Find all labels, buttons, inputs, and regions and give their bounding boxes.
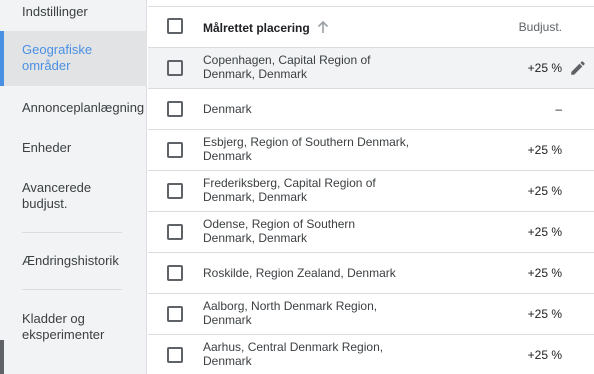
bid-cell: +25 %	[527, 184, 562, 198]
location-cell: Aalborg, North Denmark Region, Denmark	[203, 299, 378, 327]
sidebar-item-annonceplanlaegning[interactable]: Annonceplanlægning	[0, 100, 147, 116]
sidebar-item-avancerede-budjust[interactable]: Avancerede budjust.	[0, 180, 147, 212]
bid-cell: –	[555, 102, 562, 116]
table-row[interactable]: Denmark –	[148, 89, 594, 130]
bid-cell: +25 %	[527, 266, 562, 280]
bid-cell: +25 %	[527, 307, 562, 321]
sidebar-divider	[22, 289, 122, 290]
sidebar-item-enheder[interactable]: Enheder	[0, 140, 147, 156]
column-header-bid[interactable]: Budjust.	[519, 20, 562, 34]
location-cell: Odense, Region of Southern Denmark, Denm…	[203, 217, 356, 245]
sidebar-item-label: Enheder	[22, 140, 72, 155]
select-all-checkbox[interactable]	[167, 18, 183, 34]
sidebar-item-aendringshistorik[interactable]: Ændringshistorik	[0, 253, 147, 269]
table-row[interactable]: Frederiksberg, Capital Region of Denmark…	[148, 171, 594, 212]
sidebar-item-label: Annonceplanlægning	[22, 100, 145, 115]
location-cell: Frederiksberg, Capital Region of Denmark…	[203, 176, 376, 204]
location-cell: Denmark	[203, 102, 252, 116]
sidebar-item-label: Geografiske områder	[22, 42, 93, 73]
sidebar-item-label: Indstillinger	[22, 4, 88, 19]
arrow-up-icon[interactable]	[316, 19, 330, 35]
row-checkbox[interactable]	[167, 142, 183, 158]
sidebar-item-label: Avancerede budjust.	[22, 180, 92, 211]
row-checkbox[interactable]	[167, 101, 183, 117]
row-checkbox[interactable]	[167, 224, 183, 240]
location-cell: Roskilde, Region Zealand, Denmark	[203, 266, 396, 280]
table-header: Målrettet placering Budjust.	[148, 7, 594, 48]
sidebar-item-geografiske-omrader[interactable]: Geografiske områder	[0, 31, 147, 86]
bid-cell: +25 %	[527, 143, 562, 157]
row-checkbox[interactable]	[167, 183, 183, 199]
row-checkbox[interactable]	[167, 347, 183, 363]
location-cell: Esbjerg, Region of Southern Denmark, Den…	[203, 135, 410, 163]
sidebar-edge	[0, 340, 4, 374]
table-row[interactable]: Aalborg, North Denmark Region, Denmark +…	[148, 294, 594, 335]
row-checkbox[interactable]	[167, 306, 183, 322]
table-row[interactable]: Copenhagen, Capital Region of Denmark, D…	[148, 48, 594, 89]
bid-cell: +25 %	[527, 61, 562, 75]
table-row[interactable]: Aarhus, Central Denmark Region, Denmark …	[148, 335, 594, 374]
column-header-location[interactable]: Målrettet placering	[203, 21, 310, 35]
location-cell: Copenhagen, Capital Region of Denmark, D…	[203, 53, 371, 81]
sidebar-item-label: Kladder og eksperimenter	[22, 311, 105, 342]
locations-table: Målrettet placering Budjust. Copenhagen,…	[148, 0, 594, 374]
row-checkbox[interactable]	[167, 265, 183, 281]
sidebar-item-indstillinger[interactable]: Indstillinger	[0, 4, 147, 20]
row-checkbox[interactable]	[167, 60, 183, 76]
location-cell: Aarhus, Central Denmark Region, Denmark	[203, 340, 384, 368]
table-row[interactable]: Roskilde, Region Zealand, Denmark +25 %	[148, 253, 594, 294]
bid-cell: +25 %	[527, 348, 562, 362]
sidebar-nav: Indstillinger Geografiske områder Annonc…	[0, 0, 147, 374]
sidebar-divider	[22, 232, 122, 233]
table-row[interactable]: Esbjerg, Region of Southern Denmark, Den…	[148, 130, 594, 171]
pencil-icon[interactable]	[569, 59, 587, 77]
bid-cell: +25 %	[527, 225, 562, 239]
sidebar-item-label: Ændringshistorik	[22, 253, 119, 268]
table-row[interactable]: Odense, Region of Southern Denmark, Denm…	[148, 212, 594, 253]
sidebar-item-kladder-og-eksperimenter[interactable]: Kladder og eksperimenter	[0, 311, 147, 343]
app: Indstillinger Geografiske områder Annonc…	[0, 0, 594, 374]
